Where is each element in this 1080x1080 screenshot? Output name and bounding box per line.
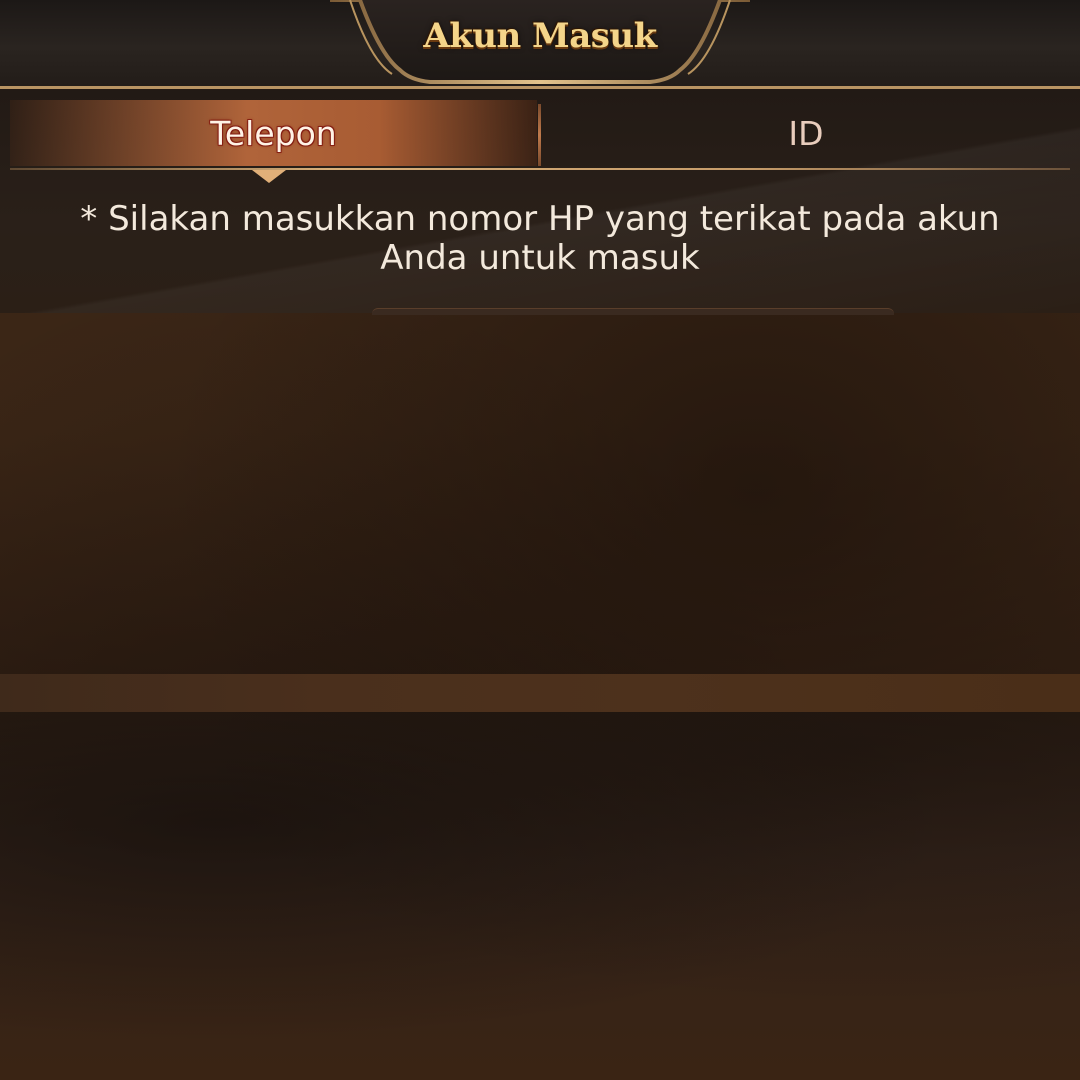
tab-divider	[538, 104, 541, 166]
tab-telepon-label: Telepon	[210, 113, 337, 153]
login-screen: Akun Masuk Telepon ID * Silakan masukkan…	[0, 0, 1080, 1080]
tab-underline	[10, 168, 1070, 170]
tab-id[interactable]: ID	[542, 100, 1070, 166]
active-tab-pointer-icon	[252, 170, 286, 183]
phone-input-field-edge[interactable]	[372, 308, 894, 315]
page-title: Akun Masuk	[423, 16, 657, 56]
login-method-tabs: Telepon ID	[10, 100, 1070, 170]
title-plate: Akun Masuk	[330, 0, 750, 86]
login-instruction: * Silakan masukkan nomor HP yang terikat…	[80, 199, 1000, 278]
tab-id-label: ID	[788, 113, 824, 153]
background-band	[0, 674, 1080, 712]
background-lower	[0, 712, 1080, 1080]
tab-telepon[interactable]: Telepon	[10, 100, 537, 166]
